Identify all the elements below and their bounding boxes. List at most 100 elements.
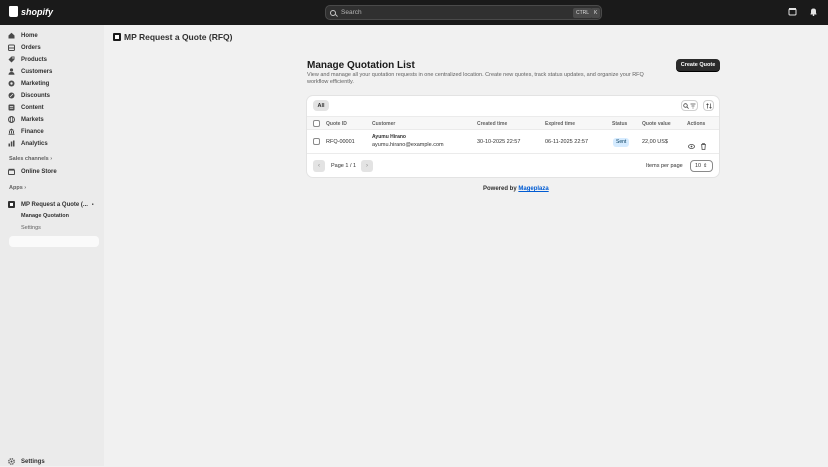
- search-filter-button[interactable]: [681, 100, 698, 111]
- page-title: Manage Quotation List: [307, 60, 415, 71]
- markets-icon: [8, 116, 15, 123]
- select-arrows-icon: ⇕: [703, 163, 708, 169]
- previous-page-button[interactable]: ‹: [313, 160, 325, 172]
- search-input[interactable]: Search CTRL K: [325, 5, 602, 20]
- apps-header[interactable]: Apps ›: [9, 185, 26, 191]
- items-per-page-value: 10: [695, 163, 702, 169]
- created-time: 30-10-2025 22:57: [477, 139, 521, 145]
- customers-icon: [8, 68, 15, 75]
- chevron-right-icon: ›: [366, 163, 368, 169]
- sidebar-subitem-manage-quotation[interactable]: Manage Quotation: [21, 213, 69, 219]
- column-header-status[interactable]: Status: [612, 121, 627, 127]
- sidebar-item-orders[interactable]: Orders: [8, 42, 41, 53]
- items-per-page-select[interactable]: 10 ⇕: [690, 160, 713, 172]
- sidebar-item-label: MP Request a Quote (...: [21, 201, 88, 208]
- bell-icon[interactable]: [809, 7, 818, 16]
- sidebar-item-label: Markets: [21, 116, 44, 123]
- top-icons: [788, 7, 818, 16]
- mageplaza-link[interactable]: Mageplaza: [518, 186, 548, 192]
- tab-all[interactable]: All: [313, 100, 329, 111]
- pagination-label: Page 1 / 1: [331, 163, 357, 169]
- shopify-bag-icon: [9, 6, 18, 17]
- sidebar-item-label: Home: [21, 32, 38, 39]
- quotation-table-card: All Quote ID Customer Created time Expir…: [307, 96, 719, 177]
- sidebar-item-label: Online Store: [21, 168, 57, 175]
- top-bar: shopify Search CTRL K: [0, 0, 828, 25]
- column-header-actions: Actions: [687, 121, 706, 127]
- sidebar-item-markets[interactable]: Markets: [8, 114, 44, 125]
- filter-icon: [690, 103, 696, 108]
- pin-icon[interactable]: •: [92, 202, 94, 208]
- chevron-left-icon: ‹: [318, 163, 320, 169]
- chevron-right-icon: ›: [24, 185, 27, 191]
- table-header: Quote ID Customer Created time Expired t…: [307, 116, 719, 130]
- powered-by: Powered by Mageplaza: [483, 186, 549, 192]
- sidebar-item-label: Discounts: [21, 92, 51, 99]
- marketing-icon: [8, 80, 15, 87]
- row-divider: [307, 153, 719, 154]
- sidebar-item-label: Marketing: [21, 80, 50, 87]
- sidebar-item-content[interactable]: Content: [8, 102, 44, 113]
- quote-value: 22,00 US$: [642, 139, 668, 145]
- sidebar-item-products[interactable]: Products: [8, 54, 47, 65]
- search-placeholder: Search: [341, 9, 362, 16]
- sidebar-item-finance[interactable]: Finance: [8, 126, 44, 137]
- select-all-checkbox[interactable]: [313, 120, 320, 127]
- sales-channels-header[interactable]: Sales channels ›: [9, 156, 52, 162]
- column-header-expired-time[interactable]: Expired time: [545, 121, 575, 127]
- sidebar-item-label: Products: [21, 56, 48, 63]
- discounts-icon: [8, 92, 15, 99]
- analytics-icon: [8, 140, 15, 147]
- sidebar-item-label: Customers: [21, 68, 53, 75]
- online-store-icon: [8, 168, 15, 175]
- apps-label: Apps: [9, 185, 23, 191]
- sidebar-active-highlight: [9, 236, 99, 247]
- shortcut-ctrl-key: CTRL: [573, 8, 593, 18]
- sidebar-item-discounts[interactable]: Discounts: [8, 90, 50, 101]
- next-page-button[interactable]: ›: [361, 160, 373, 172]
- sidebar-item-label: Settings: [21, 458, 45, 465]
- row-checkbox[interactable]: [313, 138, 320, 145]
- finance-icon: [8, 128, 15, 135]
- sidebar-item-label: Content: [21, 104, 44, 111]
- column-header-created-time[interactable]: Created time: [477, 121, 507, 127]
- column-header-customer[interactable]: Customer: [372, 121, 395, 127]
- sidebar-item-marketing[interactable]: Marketing: [8, 78, 49, 89]
- orders-icon: [8, 44, 15, 51]
- logo-text: shopify: [21, 6, 54, 17]
- expired-time: 06-11-2025 22:57: [545, 139, 589, 145]
- sort-icon: [705, 102, 712, 109]
- sort-button[interactable]: [703, 100, 714, 111]
- sidebar-item-label: Analytics: [21, 140, 48, 147]
- sidebar-item-online-store[interactable]: Online Store: [8, 166, 57, 177]
- sales-channels-label: Sales channels: [9, 156, 49, 162]
- app-title: MP Request a Quote (RFQ): [113, 32, 232, 42]
- gear-icon: [8, 458, 15, 465]
- quote-id: RFQ-00001: [326, 139, 355, 145]
- chevron-right-icon: ›: [50, 156, 53, 162]
- sidebar-item-home[interactable]: Home: [8, 30, 38, 41]
- products-icon: [8, 56, 15, 63]
- content-icon: [8, 104, 15, 111]
- store-icon[interactable]: [788, 7, 797, 16]
- column-header-quote-id[interactable]: Quote ID: [326, 121, 347, 127]
- sidebar-subitem-settings[interactable]: Settings: [21, 225, 41, 231]
- sidebar-item-settings[interactable]: Settings: [8, 456, 45, 467]
- column-header-quote-value[interactable]: Quote value: [642, 121, 671, 127]
- create-quote-button[interactable]: Create Quote: [676, 59, 720, 71]
- shopify-logo[interactable]: shopify: [9, 6, 53, 17]
- app-title-text: MP Request a Quote (RFQ): [124, 32, 233, 42]
- sidebar-item-app[interactable]: MP Request a Quote (... •: [8, 199, 94, 210]
- sidebar-item-customers[interactable]: Customers: [8, 66, 52, 77]
- customer-name: Ayumu Hirano: [372, 134, 406, 140]
- sidebar-item-analytics[interactable]: Analytics: [8, 138, 48, 149]
- status-badge: Sent: [613, 138, 630, 147]
- customer-email: ayumu.hirano@example.com: [372, 142, 444, 148]
- sidebar: Home Orders Products Customers Marketing…: [0, 25, 104, 466]
- sidebar-item-label: Finance: [21, 128, 44, 135]
- shortcut-k-key: K: [591, 8, 601, 18]
- items-per-page-label: Items per page: [646, 163, 683, 169]
- page-description: View and manage all your quotation reque…: [307, 72, 644, 85]
- app-icon: [113, 33, 121, 41]
- powered-by-text: Powered by: [483, 186, 517, 192]
